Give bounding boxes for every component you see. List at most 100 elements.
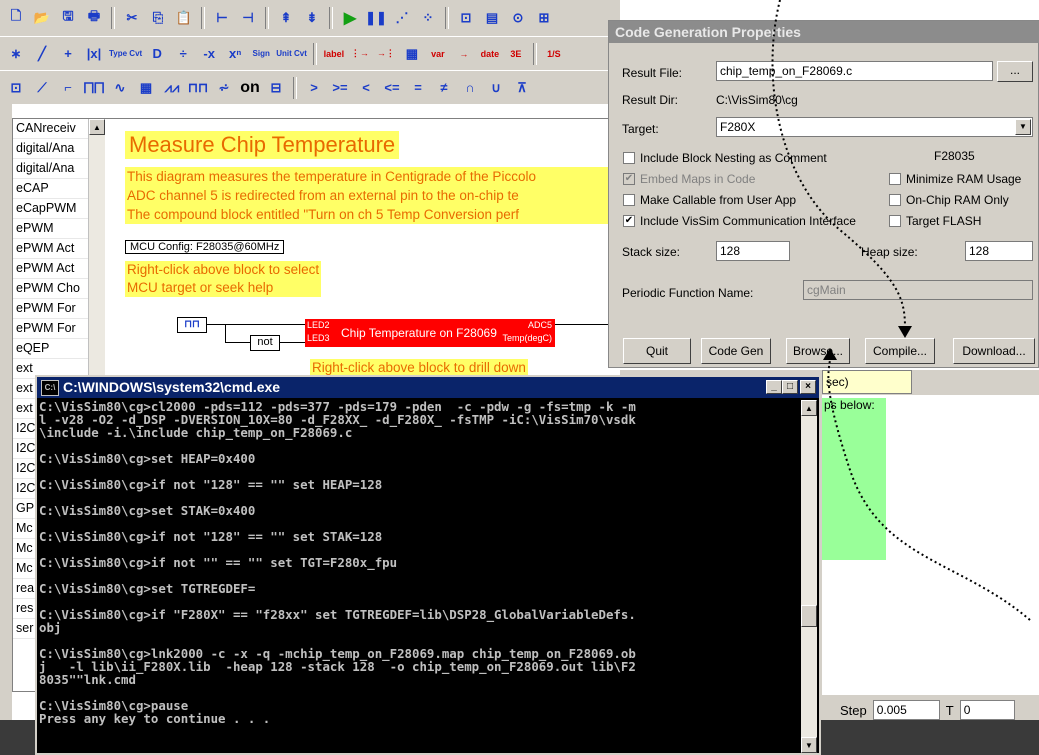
sign-block-icon[interactable]: Sign [249, 42, 273, 66]
checkbox-box[interactable] [623, 152, 635, 164]
block-nesting-checkbox[interactable]: Include Block Nesting as Comment [623, 151, 827, 165]
date-block-icon[interactable]: date [478, 42, 502, 66]
onchip-ram-checkbox[interactable]: On-Chip RAM Only [889, 193, 1009, 207]
chevron-down-icon[interactable]: ▼ [1015, 119, 1031, 135]
cmd-scrollbar[interactable]: ▲ ▼ [801, 400, 817, 753]
mcu-config-block[interactable]: MCU Config: F28035@60MHz [125, 240, 285, 254]
vissim-communication-checkbox[interactable]: ✔ Include VisSim Communication Interface [623, 214, 856, 228]
less-equal-icon[interactable]: <= [380, 76, 404, 100]
compile-button[interactable]: Compile... [865, 338, 935, 364]
monitor-icon[interactable]: ⊙ [506, 6, 530, 30]
paste-icon[interactable]: 📋 [172, 6, 196, 30]
diagram-canvas[interactable]: Measure Chip Temperature This diagram me… [105, 118, 622, 389]
open-icon[interactable]: 📂 [30, 6, 54, 30]
display-block-icon[interactable]: 3E [504, 42, 528, 66]
wire-block-icon[interactable]: → [452, 42, 476, 66]
add-connector-icon[interactable]: ⊢ [210, 6, 234, 30]
quit-button[interactable]: Quit [623, 338, 691, 364]
probe-icon[interactable]: ⊡ [454, 6, 478, 30]
target-select[interactable]: F280X ▼ [716, 117, 1033, 137]
heap-size-input[interactable]: 128 [965, 241, 1033, 261]
or-icon[interactable]: ∪ [484, 76, 508, 100]
sum-block-icon[interactable]: + [56, 42, 80, 66]
fraction-block-icon[interactable]: ÷ [171, 42, 195, 66]
step-field[interactable]: 0.005 [872, 700, 940, 720]
checkbox-box[interactable] [889, 215, 901, 227]
greater-equal-icon[interactable]: >= [328, 76, 352, 100]
negate-block-icon[interactable]: -x [197, 42, 221, 66]
and-icon[interactable]: ∩ [458, 76, 482, 100]
cmd-output[interactable]: C:\VisSim80\cg>cl2000 -pds=112 -pds=377 … [39, 400, 799, 753]
scroll-down-icon[interactable]: ▼ [801, 737, 817, 753]
break-icon[interactable]: ⁘ [416, 6, 440, 30]
checkbox-box[interactable] [889, 194, 901, 206]
browse-button[interactable]: Browse... [786, 338, 850, 364]
chip-temperature-block[interactable]: LED2 LED3 Chip Temperature on F28069 ADC… [305, 319, 555, 347]
onoff-block-icon[interactable]: on [238, 76, 262, 100]
reciprocal-block-icon[interactable]: 1/S [542, 42, 566, 66]
new-file-icon[interactable]: 🗋 [4, 6, 28, 30]
cmd-title-bar[interactable]: C:\ C:\WINDOWS\system32\cmd.exe _ □ × [37, 377, 819, 398]
minimize-ram-checkbox[interactable]: Minimize RAM Usage [889, 172, 1021, 186]
run-icon[interactable]: ▶ [338, 6, 362, 30]
not-block[interactable]: not [250, 335, 280, 351]
type-convert-icon[interactable]: Type Cvt [108, 42, 143, 66]
xor-icon[interactable]: ⊼ [510, 76, 534, 100]
minimize-icon[interactable]: _ [766, 380, 782, 394]
align-top-icon[interactable]: ⇞ [274, 6, 298, 30]
callable-checkbox[interactable]: Make Callable from User App [623, 193, 796, 207]
plot-icon[interactable]: ▤ [480, 6, 504, 30]
power-block-icon[interactable]: xⁿ [223, 42, 247, 66]
copy-icon[interactable]: ⎘ [146, 6, 170, 30]
checkbox-box[interactable] [623, 194, 635, 206]
bus-split-icon[interactable]: ⋮→ [348, 42, 372, 66]
result-file-input[interactable]: chip_temp_on_F28069.c [716, 61, 993, 81]
table-block-icon[interactable]: ▦ [400, 42, 424, 66]
digital-display-icon[interactable]: ⊟ [264, 76, 288, 100]
bus-merge-icon[interactable]: →⋮ [374, 42, 398, 66]
result-file-browse-button[interactable]: ... [997, 61, 1033, 82]
sawtooth-block-icon[interactable]: ⩘⩘ [160, 76, 184, 100]
checkbox-box[interactable] [889, 173, 901, 185]
scroll-up-icon[interactable]: ▲ [89, 119, 105, 135]
cut-icon[interactable]: ✂ [120, 6, 144, 30]
label-block-icon[interactable]: label [322, 42, 346, 66]
abs-block-icon[interactable]: |x| [82, 42, 106, 66]
step-icon[interactable]: ⋰ [390, 6, 414, 30]
code-gen-button[interactable]: Code Gen [701, 338, 771, 364]
scroll-thumb[interactable] [801, 605, 817, 627]
dialog-title[interactable]: Code Generation Properties [609, 21, 1039, 43]
pulse-train-icon[interactable]: ⨅⨅ [82, 76, 106, 100]
step-block-icon[interactable]: ⌐ [56, 76, 80, 100]
slope-icon[interactable]: ╱ [30, 42, 54, 66]
print-icon[interactable]: 🖶 [82, 6, 106, 30]
target-flash-checkbox[interactable]: Target FLASH [889, 214, 981, 228]
noise-block-icon[interactable]: ⩫ [212, 76, 236, 100]
flip-icon[interactable]: ⇟ [300, 6, 324, 30]
download-button[interactable]: Download... [953, 338, 1035, 364]
checkbox-box[interactable]: ✔ [623, 215, 635, 227]
less-than-icon[interactable]: < [354, 76, 378, 100]
remove-connector-icon[interactable]: ⊣ [236, 6, 260, 30]
maximize-icon[interactable]: □ [782, 380, 798, 394]
unit-convert-icon[interactable]: Unit Cvt [275, 42, 308, 66]
variable-block-icon[interactable]: var [426, 42, 450, 66]
stack-size-input[interactable]: 128 [716, 241, 790, 261]
divide-block-icon[interactable]: D [145, 42, 169, 66]
scroll-up-icon[interactable]: ▲ [801, 400, 817, 416]
gain-block-icon[interactable]: ∗ [4, 42, 28, 66]
command-prompt-window[interactable]: C:\ C:\WINDOWS\system32\cmd.exe _ □ × C:… [35, 375, 821, 755]
equal-icon[interactable]: = [406, 76, 430, 100]
matrix-block-icon[interactable]: ▦ [134, 76, 158, 100]
close-icon[interactable]: × [800, 380, 816, 394]
const-block-icon[interactable]: ⊡ [4, 76, 28, 100]
pulse-train-block[interactable]: ⊓⊓ [177, 317, 207, 333]
sine-block-icon[interactable]: ∿ [108, 76, 132, 100]
not-equal-icon[interactable]: ≠ [432, 76, 456, 100]
time-field[interactable]: 0 [959, 700, 1015, 720]
square-wave-icon[interactable]: ⊓⊓ [186, 76, 210, 100]
ramp-block-icon[interactable]: ⟋ [30, 76, 54, 100]
pause-icon[interactable]: ❚❚ [364, 6, 388, 30]
compile-icon[interactable]: ⊞ [532, 6, 556, 30]
greater-than-icon[interactable]: > [302, 76, 326, 100]
